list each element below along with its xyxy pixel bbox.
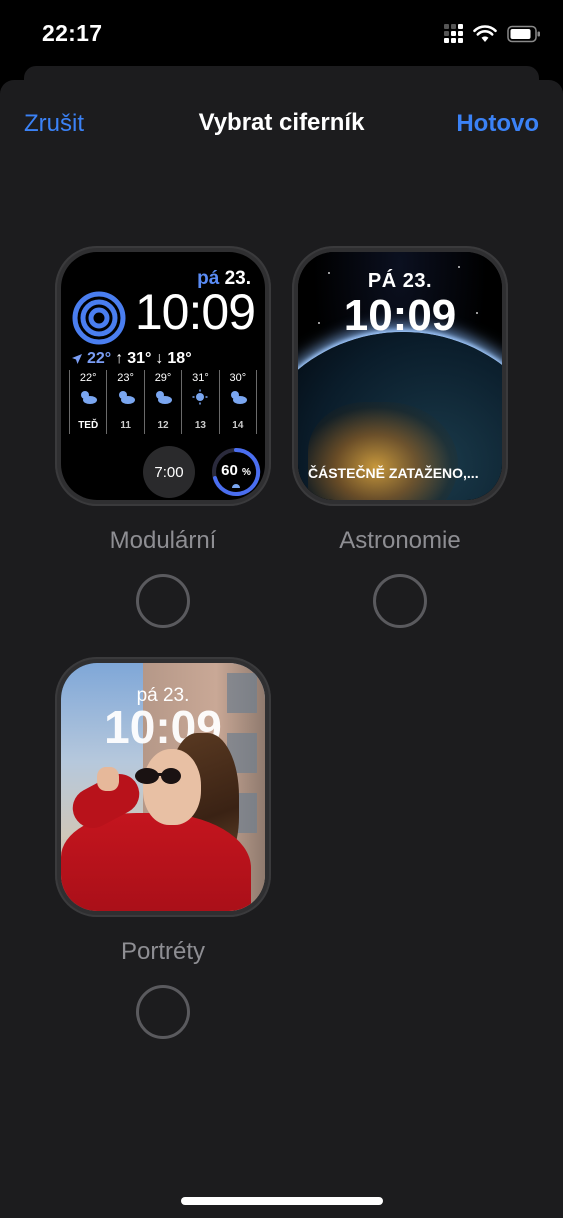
forecast-temp: 23° — [117, 372, 134, 384]
forecast-label: 14 — [232, 420, 244, 431]
face-picker-sheet: Zrušit Vybrat ciferník Hotovo pá 23. 10:… — [0, 80, 563, 1218]
watch-time: 10:09 — [343, 291, 457, 340]
portrait-face — [143, 749, 201, 825]
forecast-label: 11 — [120, 420, 131, 431]
arrow-up-icon: ↑ — [115, 350, 124, 367]
select-radio[interactable] — [373, 574, 427, 628]
arrow-down-icon: ↓ — [155, 350, 164, 367]
hourly-forecast: 22° TEĎ 23° 11 29° 12 31° 13 30° 14 — [69, 370, 258, 434]
forecast-label: 12 — [157, 420, 169, 431]
rain-unit: % — [241, 467, 251, 478]
done-button[interactable]: Hotovo — [456, 110, 539, 138]
sun-icon — [192, 389, 208, 405]
watch-screen: pá 23. 10:09 — [61, 663, 265, 911]
partly-cloudy-icon — [156, 391, 173, 404]
high-temp: 31° — [127, 350, 152, 367]
weather-complication: ČÁSTEČNĚ ZATAŽENO,... — [308, 465, 479, 481]
watch-screen: pá 23. 10:09 22° ↑ 31° ↓ 18° 22° TEĎ 23°… — [61, 252, 265, 500]
watch-preview-modular[interactable]: pá 23. 10:09 22° ↑ 31° ↓ 18° 22° TEĎ 23°… — [55, 246, 271, 506]
cellular-icon — [444, 24, 463, 43]
temperature-row: 22° ↑ 31° ↓ 18° — [71, 350, 192, 368]
watch-time: 10:09 — [134, 284, 256, 340]
forecast-temp: 22° — [79, 372, 97, 384]
select-radio[interactable] — [136, 574, 190, 628]
forecast-label: 13 — [194, 420, 206, 431]
forecast-column: 22° TEĎ — [69, 370, 106, 434]
status-bar: 22:17 — [0, 0, 563, 66]
wifi-icon — [473, 24, 497, 42]
low-temp: 18° — [167, 350, 192, 367]
watch-screen: PÁ 23. 10:09 ČÁSTEČNĚ ZATAŽENO,... — [298, 252, 502, 500]
face-label: Modulární — [109, 527, 217, 554]
activity-rings-icon — [72, 291, 126, 345]
status-icons — [444, 24, 541, 43]
face-item-astronomy[interactable]: PÁ 23. 10:09 ČÁSTEČNĚ ZATAŽENO,... Astro… — [292, 246, 508, 628]
forecast-temp: 29° — [154, 372, 172, 384]
forecast-column: 23° 11 — [106, 370, 143, 434]
rain-value: 60 % — [210, 462, 262, 479]
watch-time: 10:09 — [104, 701, 222, 753]
forecast-label: TEĎ — [78, 420, 99, 431]
partly-cloudy-icon — [118, 391, 135, 404]
portrait-hand — [97, 767, 119, 791]
battery-icon — [507, 25, 540, 42]
face-item-portraits[interactable]: pá 23. 10:09 Portréty — [55, 657, 271, 1039]
alarm-complication: 7:00 — [143, 446, 195, 498]
rain-complication: 60 % — [210, 446, 262, 498]
face-item-modular[interactable]: pá 23. 10:09 22° ↑ 31° ↓ 18° 22° TEĎ 23°… — [55, 246, 271, 628]
city-lights — [308, 402, 458, 500]
home-indicator[interactable] — [181, 1197, 383, 1205]
partly-cloudy-icon — [81, 391, 98, 404]
sunglasses-icon — [135, 768, 181, 784]
watch-date: PÁ 23. — [367, 270, 433, 292]
partly-cloudy-icon — [230, 391, 247, 404]
watch-preview-astronomy[interactable]: PÁ 23. 10:09 ČÁSTEČNĚ ZATAŽENO,... — [292, 246, 508, 506]
forecast-column: 30° 14 — [218, 370, 258, 434]
current-temp: 22° — [87, 350, 112, 367]
forecast-column: 31° 13 — [181, 370, 218, 434]
watch-preview-portraits[interactable]: pá 23. 10:09 — [55, 657, 271, 917]
face-label: Astronomie — [339, 527, 461, 554]
forecast-temp: 31° — [192, 372, 209, 384]
status-time: 22:17 — [42, 20, 103, 46]
location-arrow-icon — [72, 354, 82, 364]
select-radio[interactable] — [136, 985, 190, 1039]
rain-chance: 60 — [221, 462, 238, 479]
face-label: Portréty — [120, 938, 206, 965]
forecast-column: 29° 12 — [143, 370, 181, 434]
forecast-temp: 30° — [229, 372, 247, 384]
